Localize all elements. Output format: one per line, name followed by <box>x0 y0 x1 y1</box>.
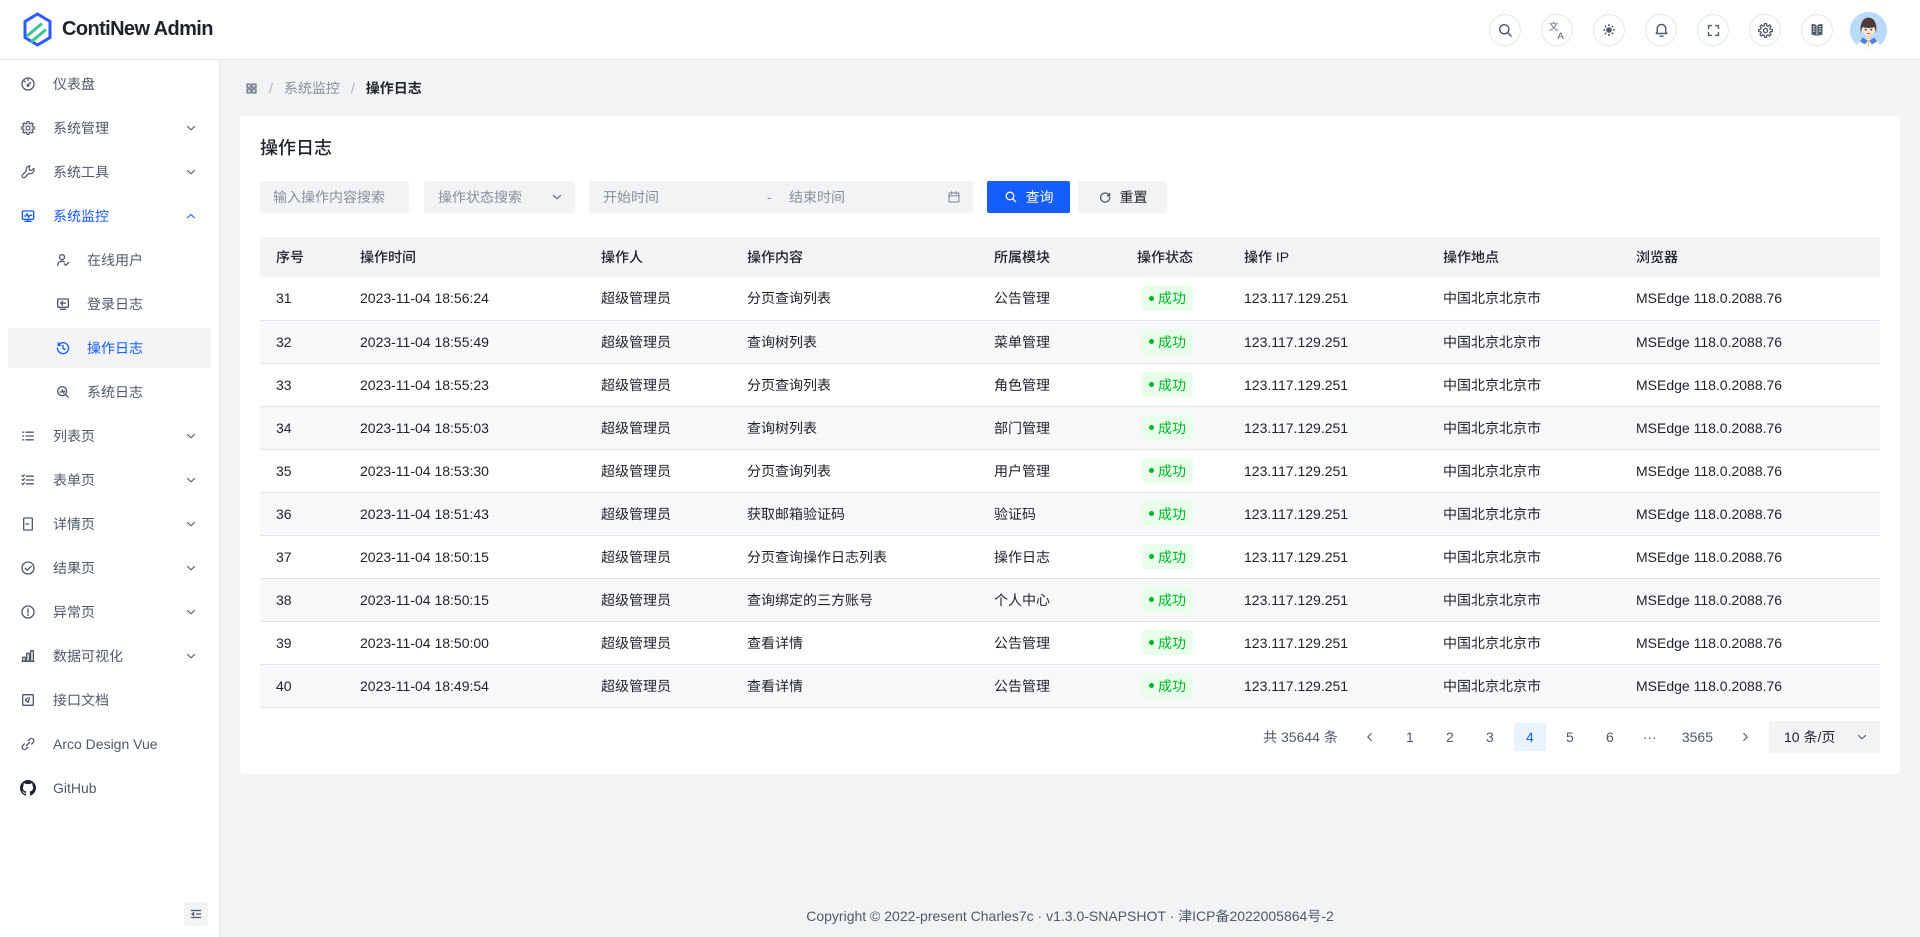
svg-text:A: A <box>1557 30 1564 39</box>
